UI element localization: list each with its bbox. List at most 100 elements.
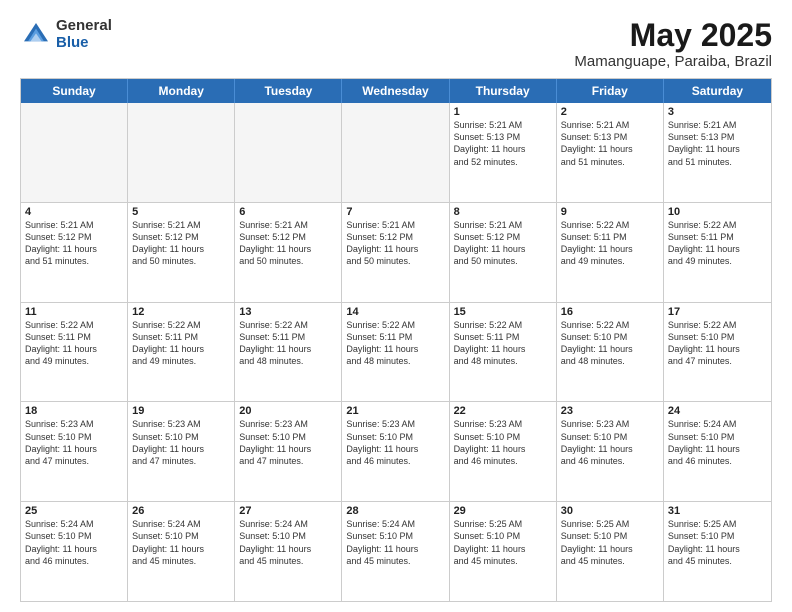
cell-info: Sunrise: 5:22 AMSunset: 5:11 PMDaylight:… [25,319,123,368]
calendar-cell: 25Sunrise: 5:24 AMSunset: 5:10 PMDayligh… [21,502,128,601]
cell-info: Sunrise: 5:24 AMSunset: 5:10 PMDaylight:… [132,518,230,567]
calendar-cell: 2Sunrise: 5:21 AMSunset: 5:13 PMDaylight… [557,103,664,202]
header: General Blue May 2025 Mamanguape, Paraib… [20,18,772,70]
calendar-cell: 13Sunrise: 5:22 AMSunset: 5:11 PMDayligh… [235,303,342,402]
day-number: 22 [454,405,552,417]
cell-info: Sunrise: 5:21 AMSunset: 5:12 PMDaylight:… [132,219,230,268]
calendar-row-2: 4Sunrise: 5:21 AMSunset: 5:12 PMDaylight… [21,202,771,302]
logo: General Blue [20,18,112,51]
calendar-cell: 15Sunrise: 5:22 AMSunset: 5:11 PMDayligh… [450,303,557,402]
day-number: 24 [668,405,767,417]
cell-info: Sunrise: 5:24 AMSunset: 5:10 PMDaylight:… [668,418,767,467]
cell-info: Sunrise: 5:21 AMSunset: 5:13 PMDaylight:… [561,119,659,168]
day-number: 3 [668,106,767,118]
calendar-cell: 12Sunrise: 5:22 AMSunset: 5:11 PMDayligh… [128,303,235,402]
calendar-cell [235,103,342,202]
cell-info: Sunrise: 5:25 AMSunset: 5:10 PMDaylight:… [454,518,552,567]
calendar-cell: 6Sunrise: 5:21 AMSunset: 5:12 PMDaylight… [235,203,342,302]
logo-blue-text: Blue [56,35,112,52]
cell-info: Sunrise: 5:21 AMSunset: 5:12 PMDaylight:… [454,219,552,268]
header-day-friday: Friday [557,79,664,103]
day-number: 8 [454,206,552,218]
cell-info: Sunrise: 5:25 AMSunset: 5:10 PMDaylight:… [668,518,767,567]
cell-info: Sunrise: 5:22 AMSunset: 5:11 PMDaylight:… [346,319,444,368]
cell-info: Sunrise: 5:21 AMSunset: 5:12 PMDaylight:… [239,219,337,268]
header-day-saturday: Saturday [664,79,771,103]
cell-info: Sunrise: 5:23 AMSunset: 5:10 PMDaylight:… [454,418,552,467]
day-number: 17 [668,306,767,318]
calendar-cell: 7Sunrise: 5:21 AMSunset: 5:12 PMDaylight… [342,203,449,302]
day-number: 12 [132,306,230,318]
day-number: 30 [561,505,659,517]
calendar-cell: 4Sunrise: 5:21 AMSunset: 5:12 PMDaylight… [21,203,128,302]
title-month: May 2025 [574,18,772,53]
header-day-thursday: Thursday [450,79,557,103]
calendar-cell: 14Sunrise: 5:22 AMSunset: 5:11 PMDayligh… [342,303,449,402]
calendar-cell: 17Sunrise: 5:22 AMSunset: 5:10 PMDayligh… [664,303,771,402]
calendar-header: SundayMondayTuesdayWednesdayThursdayFrid… [21,79,771,103]
title-location: Mamanguape, Paraiba, Brazil [574,53,772,70]
day-number: 19 [132,405,230,417]
logo-text: General Blue [56,18,112,51]
day-number: 11 [25,306,123,318]
calendar: SundayMondayTuesdayWednesdayThursdayFrid… [20,78,772,602]
calendar-cell: 18Sunrise: 5:23 AMSunset: 5:10 PMDayligh… [21,402,128,501]
cell-info: Sunrise: 5:22 AMSunset: 5:11 PMDaylight:… [454,319,552,368]
calendar-cell: 27Sunrise: 5:24 AMSunset: 5:10 PMDayligh… [235,502,342,601]
calendar-cell [21,103,128,202]
day-number: 18 [25,405,123,417]
cell-info: Sunrise: 5:22 AMSunset: 5:11 PMDaylight:… [668,219,767,268]
day-number: 6 [239,206,337,218]
calendar-cell: 30Sunrise: 5:25 AMSunset: 5:10 PMDayligh… [557,502,664,601]
calendar-cell: 26Sunrise: 5:24 AMSunset: 5:10 PMDayligh… [128,502,235,601]
calendar-row-1: 1 Sunrise: 5:21 AMSunset: 5:13 PMDaylight… [21,103,771,202]
cell-info: Sunrise: 5:22 AMSunset: 5:11 PMDaylight:… [561,219,659,268]
calendar-cell: 22Sunrise: 5:23 AMSunset: 5:10 PMDayligh… [450,402,557,501]
day-number: 2 [561,106,659,118]
cell-info: Sunrise: 5:23 AMSunset: 5:10 PMDaylight:… [239,418,337,467]
cell-info: Sunrise: 5:24 AMSunset: 5:10 PMDaylight:… [239,518,337,567]
calendar-row-4: 18 Sunrise: 5:23 AMSunset: 5:10 PMDayligh… [21,401,771,501]
day-number: 13 [239,306,337,318]
calendar-body: 1 Sunrise: 5:21 AMSunset: 5:13 PMDaylight… [21,103,771,601]
day-number: 28 [346,505,444,517]
cell-info: Sunrise: 5:21 AMSunset: 5:12 PMDaylight:… [25,219,123,268]
calendar-cell: 9Sunrise: 5:22 AMSunset: 5:11 PMDaylight… [557,203,664,302]
calendar-cell [342,103,449,202]
day-number: 23 [561,405,659,417]
day-number: 20 [239,405,337,417]
day-number: 29 [454,505,552,517]
header-day-tuesday: Tuesday [235,79,342,103]
cell-info: Sunrise: 5:23 AMSunset: 5:10 PMDaylight:… [561,418,659,467]
day-number: 21 [346,405,444,417]
calendar-row-3: 11Sunrise: 5:22 AMSunset: 5:11 PMDayligh… [21,302,771,402]
calendar-cell: 24Sunrise: 5:24 AMSunset: 5:10 PMDayligh… [664,402,771,501]
calendar-cell: 28Sunrise: 5:24 AMSunset: 5:10 PMDayligh… [342,502,449,601]
day-number: 9 [561,206,659,218]
day-number: 27 [239,505,337,517]
calendar-cell: 31Sunrise: 5:25 AMSunset: 5:10 PMDayligh… [664,502,771,601]
day-number: 1 [454,106,552,118]
day-number: 25 [25,505,123,517]
calendar-cell: 23Sunrise: 5:23 AMSunset: 5:10 PMDayligh… [557,402,664,501]
day-number: 16 [561,306,659,318]
cell-info: Sunrise: 5:22 AMSunset: 5:10 PMDaylight:… [561,319,659,368]
day-number: 14 [346,306,444,318]
calendar-cell [128,103,235,202]
page: General Blue May 2025 Mamanguape, Paraib… [0,0,792,612]
day-number: 26 [132,505,230,517]
header-day-monday: Monday [128,79,235,103]
day-number: 10 [668,206,767,218]
day-number: 5 [132,206,230,218]
calendar-cell: 29Sunrise: 5:25 AMSunset: 5:10 PMDayligh… [450,502,557,601]
title-block: May 2025 Mamanguape, Paraiba, Brazil [574,18,772,70]
header-day-wednesday: Wednesday [342,79,449,103]
calendar-cell: 11Sunrise: 5:22 AMSunset: 5:11 PMDayligh… [21,303,128,402]
cell-info: Sunrise: 5:25 AMSunset: 5:10 PMDaylight:… [561,518,659,567]
calendar-cell: 3Sunrise: 5:21 AMSunset: 5:13 PMDaylight… [664,103,771,202]
calendar-row-5: 25 Sunrise: 5:24 AMSunset: 5:10 PMDayligh… [21,501,771,601]
header-day-sunday: Sunday [21,79,128,103]
cell-info: Sunrise: 5:23 AMSunset: 5:10 PMDaylight:… [346,418,444,467]
day-number: 15 [454,306,552,318]
cell-info: Sunrise: 5:24 AMSunset: 5:10 PMDaylight:… [346,518,444,567]
